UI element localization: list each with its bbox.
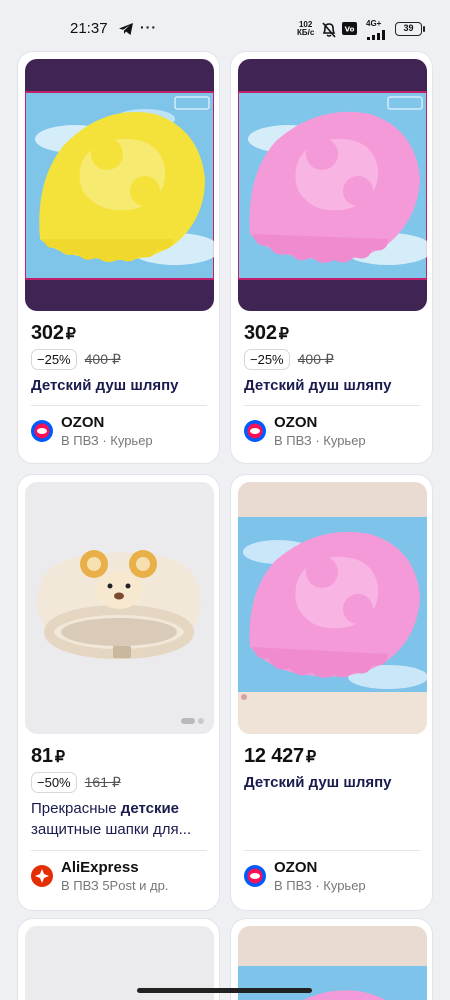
delivery-options: В ПВЗ · Курьер (274, 878, 366, 893)
price-value: 302 (244, 322, 277, 344)
divider (31, 405, 207, 406)
product-image[interactable] (238, 59, 427, 311)
old-price: 161 ₽ (84, 774, 121, 790)
network-speed-unit: КБ/с (297, 28, 315, 37)
seller-info[interactable]: OZON В ПВЗ · Курьер (31, 414, 153, 450)
product-title[interactable]: Детский душ шляпу (31, 375, 211, 396)
status-time: 21:37 (70, 20, 108, 37)
seller-info[interactable]: OZON В ПВЗ · Курьер (244, 414, 366, 450)
signal-icon (367, 27, 389, 45)
seller-name: OZON (274, 414, 318, 431)
divider (244, 405, 420, 406)
product-price: 81 ₽ (31, 745, 65, 768)
price-currency: ₽ (305, 749, 316, 766)
product-card[interactable]: 81 ₽ −50% 161 ₽ Прекрасные детские защитн… (17, 474, 220, 911)
price-currency: ₽ (278, 326, 289, 343)
svg-text:Vo: Vo (345, 26, 355, 34)
silent-alarm-icon (321, 22, 337, 43)
discount-badge: −25% (244, 349, 290, 370)
more-notifications-icon: ··· (140, 19, 157, 35)
title-part: защитные шапки для... (31, 821, 192, 838)
product-title[interactable]: Детский душ шляпу (244, 375, 424, 396)
discount-badge: −50% (31, 772, 77, 793)
product-title[interactable]: Детский душ шляпу (244, 772, 424, 793)
product-image[interactable] (25, 482, 214, 734)
volte-icon: Vo (342, 22, 357, 40)
delivery-options: В ПВЗ · Курьер (274, 433, 366, 448)
product-price: 12 427 ₽ (244, 745, 316, 768)
home-indicator[interactable] (137, 988, 312, 993)
ozon-logo-icon (244, 420, 266, 442)
price-value: 12 427 (244, 745, 304, 767)
product-price: 302 ₽ (244, 322, 289, 345)
discount-row: −25% 400 ₽ (244, 349, 334, 370)
divider (244, 850, 420, 851)
status-bar: 21:37 ··· 102 КБ/с Vo 4G+ 39 (0, 0, 450, 44)
ozon-logo-icon (31, 420, 53, 442)
telegram-icon (118, 22, 134, 41)
seller-info[interactable]: AliExpress В ПВЗ 5Post и др. (31, 859, 169, 895)
seller-info[interactable]: OZON В ПВЗ · Курьер (244, 859, 366, 895)
battery-indicator: 39 (395, 22, 425, 36)
network-speed: 102 КБ/с (297, 21, 314, 37)
product-price: 302 ₽ (31, 322, 76, 345)
divider (31, 850, 207, 851)
price-value: 81 (31, 745, 53, 767)
discount-row: −25% 400 ₽ (31, 349, 121, 370)
image-carousel-dots (181, 718, 204, 724)
product-image[interactable] (25, 59, 214, 311)
seller-name: AliExpress (61, 859, 139, 876)
title-highlight: детские (120, 800, 180, 817)
discount-badge: −25% (31, 349, 77, 370)
delivery-options: В ПВЗ · Курьер (61, 433, 153, 448)
product-title[interactable]: Прекрасные детские защитные шапки для... (31, 798, 211, 840)
product-image[interactable] (238, 482, 427, 734)
price-currency: ₽ (54, 749, 65, 766)
seller-name: OZON (61, 414, 105, 431)
seller-name: OZON (274, 859, 318, 876)
price-currency: ₽ (65, 326, 76, 343)
price-value: 302 (31, 322, 64, 344)
old-price: 400 ₽ (297, 351, 334, 367)
ozon-logo-icon (244, 865, 266, 887)
product-card[interactable]: 12 427 ₽ Детский душ шляпу OZON В ПВЗ · К… (230, 474, 433, 911)
old-price: 400 ₽ (84, 351, 121, 367)
product-card[interactable]: 302 ₽ −25% 400 ₽ Детский душ шляпу OZON В… (230, 51, 433, 464)
discount-row: −50% 161 ₽ (31, 772, 121, 793)
aliexpress-logo-icon (31, 865, 53, 887)
title-part: Прекрасные (31, 800, 121, 817)
product-card[interactable]: 302 ₽ −25% 400 ₽ Детский душ шляпу OZON В… (17, 51, 220, 464)
delivery-options: В ПВЗ 5Post и др. (61, 878, 169, 893)
